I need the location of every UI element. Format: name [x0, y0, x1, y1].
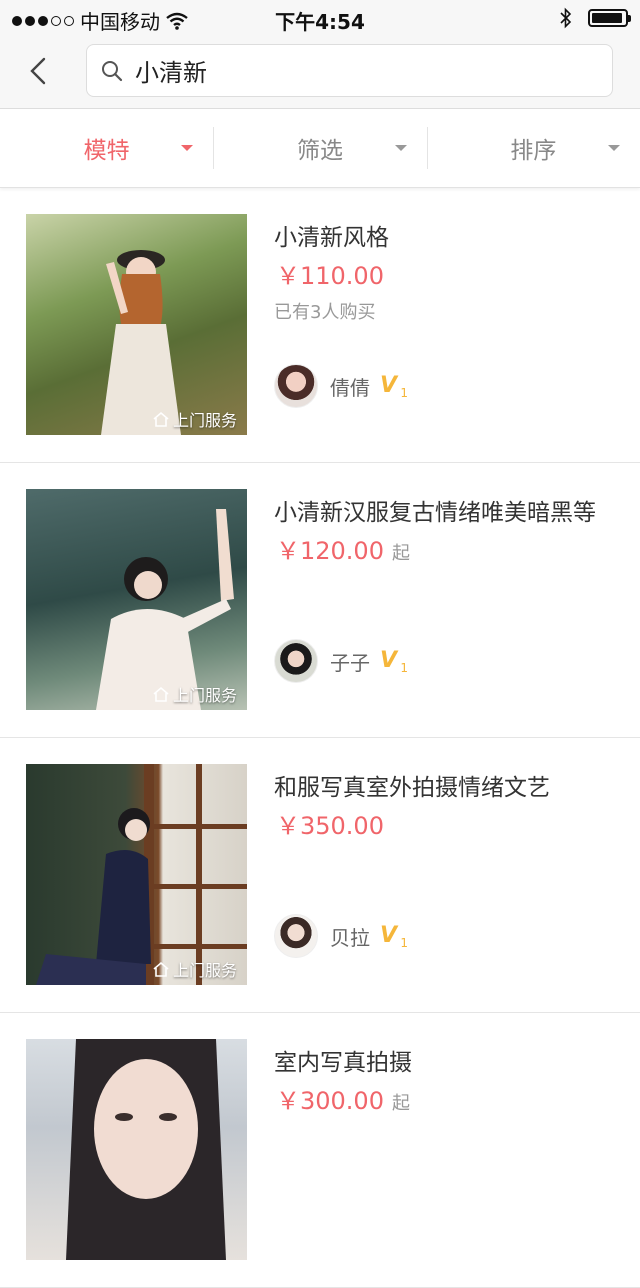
price-from: 起 [391, 543, 410, 564]
avatar [274, 914, 318, 958]
filter-model[interactable]: 模特 [0, 109, 213, 187]
product-price: ￥110.00 [276, 256, 392, 291]
product-title: 小清新汉服复古情绪唯美暗黑等 [274, 500, 596, 526]
filter-label: 筛选 [296, 138, 343, 164]
product-photo: 上门服务 [26, 764, 247, 985]
seller-name: 贝拉 [330, 925, 370, 950]
price-value: ￥350.00 [276, 812, 384, 840]
seller-info[interactable]: 倩倩 V1 [274, 364, 408, 408]
product-photo [26, 1039, 247, 1260]
filter-bar: 模特 筛选 排序 [0, 109, 640, 188]
product-title: 室内写真拍摄 [274, 1050, 412, 1076]
product-title: 小清新风格 [274, 225, 389, 251]
filter-label: 模特 [83, 138, 130, 164]
status-time: 下午4:54 [275, 10, 365, 34]
list-item[interactable]: 上门服务 和服写真室外拍摄情绪文艺 ￥350.00 贝拉 V1 [0, 738, 640, 1013]
service-badge: 上门服务 [152, 957, 237, 981]
sold-count: 已有3人购买 [274, 302, 376, 323]
price-from: 起 [391, 1093, 410, 1114]
seller-name: 子子 [330, 650, 370, 675]
home-icon [153, 961, 169, 977]
search-icon [102, 60, 123, 81]
seller-name: 倩倩 [330, 375, 370, 400]
seller-info[interactable]: 子子 V1 [274, 639, 408, 683]
status-bar: 中国移动 下午4:54 [0, 0, 640, 36]
home-icon [153, 686, 169, 702]
level-number: 1 [400, 936, 408, 950]
chevron-left-icon[interactable] [26, 56, 56, 86]
level-number: 1 [400, 386, 408, 400]
bluetooth-icon [560, 7, 572, 29]
caret-down-icon [394, 145, 407, 151]
service-badge: 上门服务 [152, 407, 237, 431]
avatar [274, 639, 318, 683]
verified-level-icon: V1 [380, 648, 408, 676]
list-item[interactable]: 上门服务 小清新风格 ￥110.00 已有3人购买 倩倩 V1 [0, 188, 640, 463]
product-price: ￥350.00 [276, 806, 392, 841]
product-price: ￥300.00 起 [276, 1081, 410, 1116]
home-icon [153, 411, 169, 427]
list-item[interactable]: 上门服务 小清新汉服复古情绪唯美暗黑等 ￥120.00 起 子子 V1 [0, 463, 640, 738]
filter-screen[interactable]: 筛选 [213, 109, 426, 187]
price-value: ￥120.00 [276, 537, 384, 565]
caret-down-icon [181, 145, 194, 151]
avatar [274, 364, 318, 408]
list-item[interactable]: 室内写真拍摄 ￥300.00 起 [0, 1013, 640, 1288]
search-input[interactable] [133, 55, 577, 86]
search-header [0, 36, 640, 109]
verified-level-icon: V1 [380, 373, 408, 401]
product-price: ￥120.00 起 [276, 531, 410, 566]
price-value: ￥300.00 [276, 1087, 384, 1115]
product-title: 和服写真室外拍摄情绪文艺 [274, 775, 550, 801]
product-photo: 上门服务 [26, 214, 247, 435]
service-badge-label: 上门服务 [172, 686, 237, 705]
seller-info[interactable]: 贝拉 V1 [274, 914, 408, 958]
verified-level-icon: V1 [380, 923, 408, 951]
product-photo: 上门服务 [26, 489, 247, 710]
caret-down-icon [607, 145, 620, 151]
product-list: 上门服务 小清新风格 ￥110.00 已有3人购买 倩倩 V1 上门服务 小清新… [0, 188, 640, 1288]
filter-sort[interactable]: 排序 [426, 109, 640, 187]
service-badge-label: 上门服务 [172, 961, 237, 980]
level-number: 1 [400, 661, 408, 675]
service-badge-label: 上门服务 [172, 411, 237, 430]
battery-icon [588, 9, 631, 27]
service-badge: 上门服务 [152, 682, 237, 706]
search-box[interactable] [86, 44, 613, 97]
price-value: ￥110.00 [276, 262, 384, 290]
filter-label: 排序 [510, 138, 557, 164]
